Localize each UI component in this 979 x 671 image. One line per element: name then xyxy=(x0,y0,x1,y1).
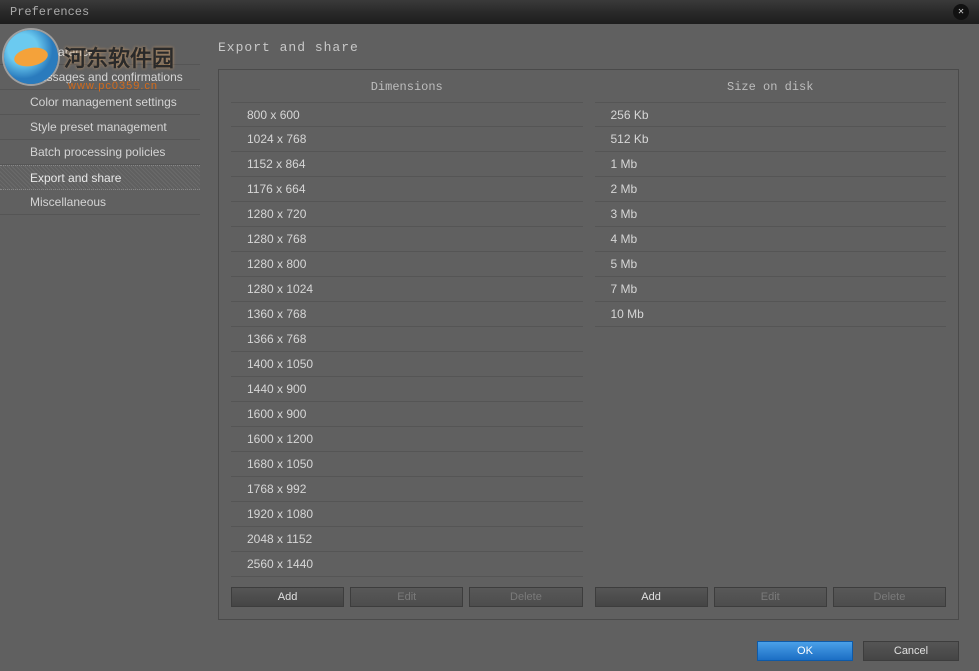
list-item[interactable]: 2 Mb xyxy=(595,177,947,202)
list-item[interactable]: 1680 x 1050 xyxy=(231,452,583,477)
list-item[interactable]: 1600 x 900 xyxy=(231,402,583,427)
list-item[interactable]: 1 Mb xyxy=(595,152,947,177)
list-item[interactable]: 1176 x 664 xyxy=(231,177,583,202)
size-buttons: Add Edit Delete xyxy=(595,587,947,607)
window-title: Preferences xyxy=(10,5,89,19)
size-header: Size on disk xyxy=(595,80,947,102)
list-item[interactable]: 1152 x 864 xyxy=(231,152,583,177)
footer: OK Cancel xyxy=(0,630,979,671)
sidebar-item-style-preset-management[interactable]: Style preset management xyxy=(0,115,200,140)
sidebar-item-miscellaneous[interactable]: Miscellaneous xyxy=(0,190,200,215)
list-item[interactable]: 1400 x 1050 xyxy=(231,352,583,377)
list-item[interactable]: 1024 x 768 xyxy=(231,127,583,152)
list-item[interactable]: 256 Kb xyxy=(595,102,947,127)
columns: Dimensions 800 x 6001024 x 7681152 x 864… xyxy=(231,80,946,607)
sidebar-item-messages-and-confirmations[interactable]: Messages and confirmations xyxy=(0,65,200,90)
list-item[interactable]: 1600 x 1200 xyxy=(231,427,583,452)
sidebar: 河东软件园 www.pc0359.cn AppearanceMessages a… xyxy=(0,24,200,630)
list-item[interactable]: 1280 x 800 xyxy=(231,252,583,277)
dimensions-header: Dimensions xyxy=(231,80,583,102)
size-list[interactable]: 256 Kb512 Kb1 Mb2 Mb3 Mb4 Mb5 Mb7 Mb10 M… xyxy=(595,102,947,581)
sidebar-item-batch-processing-policies[interactable]: Batch processing policies xyxy=(0,140,200,165)
dimensions-list-wrap: 800 x 6001024 x 7681152 x 8641176 x 6641… xyxy=(231,102,583,581)
list-item[interactable]: 2048 x 1152 xyxy=(231,527,583,552)
sidebar-item-appearance[interactable]: Appearance xyxy=(0,40,200,65)
dimensions-delete-button: Delete xyxy=(469,587,582,607)
size-column: Size on disk 256 Kb512 Kb1 Mb2 Mb3 Mb4 M… xyxy=(595,80,947,607)
dimensions-edit-button: Edit xyxy=(350,587,463,607)
list-item[interactable]: 10 Mb xyxy=(595,302,947,327)
list-item[interactable]: 2560 x 1440 xyxy=(231,552,583,577)
dimensions-buttons: Add Edit Delete xyxy=(231,587,583,607)
size-add-button[interactable]: Add xyxy=(595,587,708,607)
size-delete-button: Delete xyxy=(833,587,946,607)
list-item[interactable]: 800 x 600 xyxy=(231,102,583,127)
sidebar-item-color-management-settings[interactable]: Color management settings xyxy=(0,90,200,115)
size-list-wrap: 256 Kb512 Kb1 Mb2 Mb3 Mb4 Mb5 Mb7 Mb10 M… xyxy=(595,102,947,581)
size-edit-button: Edit xyxy=(714,587,827,607)
list-item[interactable]: 1280 x 1024 xyxy=(231,277,583,302)
list-item[interactable]: 1920 x 1080 xyxy=(231,502,583,527)
close-icon[interactable]: ✕ xyxy=(953,4,969,20)
list-item[interactable]: 512 Kb xyxy=(595,127,947,152)
dimensions-column: Dimensions 800 x 6001024 x 7681152 x 864… xyxy=(231,80,583,607)
list-item[interactable]: 1280 x 768 xyxy=(231,227,583,252)
content: 河东软件园 www.pc0359.cn AppearanceMessages a… xyxy=(0,24,979,630)
list-item[interactable]: 3 Mb xyxy=(595,202,947,227)
cancel-button[interactable]: Cancel xyxy=(863,641,959,661)
list-item[interactable]: 4 Mb xyxy=(595,227,947,252)
list-item[interactable]: 1440 x 900 xyxy=(231,377,583,402)
sidebar-item-export-and-share[interactable]: Export and share xyxy=(0,165,200,190)
dimensions-list[interactable]: 800 x 6001024 x 7681152 x 8641176 x 6641… xyxy=(231,102,583,581)
titlebar: Preferences ✕ xyxy=(0,0,979,24)
list-item[interactable]: 1280 x 720 xyxy=(231,202,583,227)
panel-title: Export and share xyxy=(218,40,959,55)
panel-frame: Dimensions 800 x 6001024 x 7681152 x 864… xyxy=(218,69,959,620)
dimensions-add-button[interactable]: Add xyxy=(231,587,344,607)
ok-button[interactable]: OK xyxy=(757,641,853,661)
list-item[interactable]: 7 Mb xyxy=(595,277,947,302)
main-panel: Export and share Dimensions 800 x 600102… xyxy=(200,24,979,630)
list-item[interactable]: 1366 x 768 xyxy=(231,327,583,352)
list-item[interactable]: 5 Mb xyxy=(595,252,947,277)
list-item[interactable]: 1768 x 992 xyxy=(231,477,583,502)
list-item[interactable]: 1360 x 768 xyxy=(231,302,583,327)
